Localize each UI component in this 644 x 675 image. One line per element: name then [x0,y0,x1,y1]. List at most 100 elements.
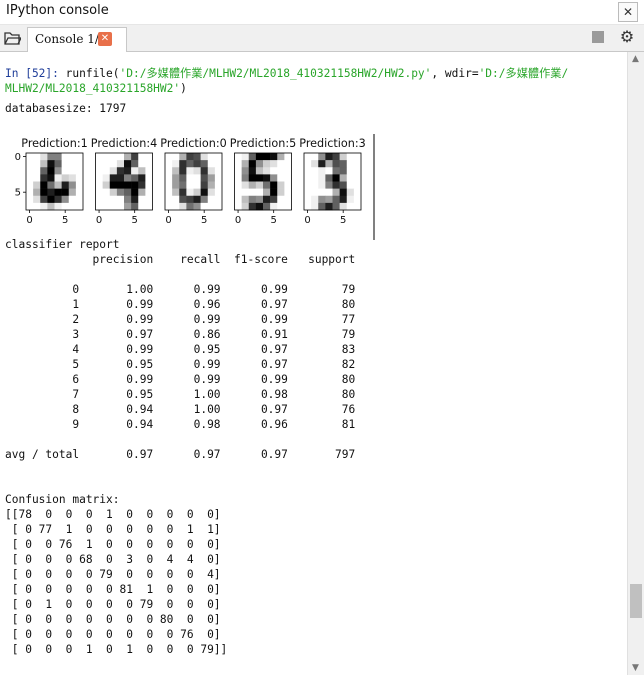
digit-pixel [339,153,348,161]
digit-pixel [68,195,77,204]
digit-pixel [332,195,340,204]
digit-pixel [193,188,201,197]
digit-pixel [214,181,223,189]
digit-pixel [277,181,285,189]
digit-pixel [353,174,362,182]
digit-pixel [353,195,362,204]
digit-pixel [102,160,111,168]
digit-pixel [318,160,326,168]
digit-pixel [40,160,48,168]
digit-pixel [241,202,250,211]
digit-pixel [75,160,84,168]
gear-icon[interactable]: ⚙ [618,28,636,46]
digit-pixel [311,188,319,197]
digit-pixel [102,153,111,161]
digit-pixel [47,153,55,161]
x-tick-label: 5 [271,215,277,226]
digit-pixel [109,188,118,197]
digit-pixel [200,202,209,211]
digit-pixel [109,202,118,211]
digit-pixel [75,202,84,211]
digit-pixel [68,160,77,168]
digit-pixel [284,181,292,189]
digit-pixel [311,202,319,211]
digit-pixel [145,160,153,168]
scrollbar-thumb[interactable] [630,584,642,618]
digit-pixel [40,195,48,204]
pane-close-icon[interactable]: ✕ [618,2,638,22]
digit-pixel [61,160,70,168]
digit-pixel [353,160,362,168]
digit-pixel [318,174,326,182]
digit-pixel [172,202,180,211]
digit-pixel [270,153,278,161]
digit-pixel [95,195,103,204]
digit-pixel [47,174,55,182]
digit-pixel [138,167,146,175]
digit-pixel [131,195,139,204]
digit-pixel [26,160,34,168]
digit-pixel [131,153,139,161]
digit-pixel [179,188,187,197]
digit-subplot: Prediction:0 0 5 [160,137,226,226]
digit-pixel [102,188,111,197]
digit-pixel [248,160,257,168]
browse-icon[interactable] [3,29,21,47]
digit-pixel [304,181,312,189]
vertical-scrollbar[interactable]: ▲ ▼ [627,52,644,675]
digit-pixel [193,195,201,204]
digit-pixel [26,188,34,197]
digit-pixel [346,188,355,197]
digit-pixel [325,153,333,161]
digit-pixel [109,195,118,204]
close-icon[interactable]: ✕ [98,32,112,46]
digit-pixel [54,174,62,182]
digit-pixel [40,181,48,189]
digit-pixel [124,167,132,175]
digit-pixel [284,174,292,182]
digit-pixel [95,202,103,211]
digit-pixel [284,195,292,204]
digit-pixel [318,181,326,189]
digit-pixel [193,174,201,182]
x-tick-label: 0 [26,215,32,226]
digit-pixel [200,188,209,197]
digit-pixel [179,153,187,161]
digit-pixel [165,160,173,168]
digit-pixel [33,202,41,211]
digit-pixel [234,202,242,211]
digit-pixel [325,188,333,197]
digit-pixel [270,174,278,182]
digit-pixel [40,153,48,161]
digit-pixel [332,202,340,211]
scroll-down-icon[interactable]: ▼ [632,663,639,673]
y-tick-label: 5 [15,188,21,199]
digit-pixel [277,167,285,175]
digit-pixel [255,202,264,211]
console-output[interactable]: In [52]: runfile('D:/多媒體作業/MLHW2/ML2018_… [0,52,627,675]
digit-pixel [353,167,362,175]
prompt-label: In [52]: [5,67,66,80]
digit-pixel [234,160,242,168]
digit-pixel [207,153,216,161]
digit-pixel [145,153,153,161]
stop-icon[interactable] [592,31,604,43]
digit-pixel [172,167,180,175]
scroll-up-icon[interactable]: ▲ [632,54,639,64]
digit-pixel [131,202,139,211]
digit-pixel [124,181,132,189]
digit-pixel [263,160,271,168]
digit-pixel [255,160,264,168]
digit-pixel [145,195,153,204]
digit-pixel [304,167,312,175]
digit-pixel [284,167,292,175]
digit-pixel [277,202,285,211]
digit-pixel [145,188,153,197]
digit-pixel [200,153,209,161]
tab-console-1a[interactable]: Console 1/A ✕ [27,27,127,52]
digit-pixel [339,181,348,189]
digit-pixel [325,195,333,204]
pane-title: IPython console [6,3,109,18]
digit-pixel [332,188,340,197]
digit-pixel [61,153,70,161]
